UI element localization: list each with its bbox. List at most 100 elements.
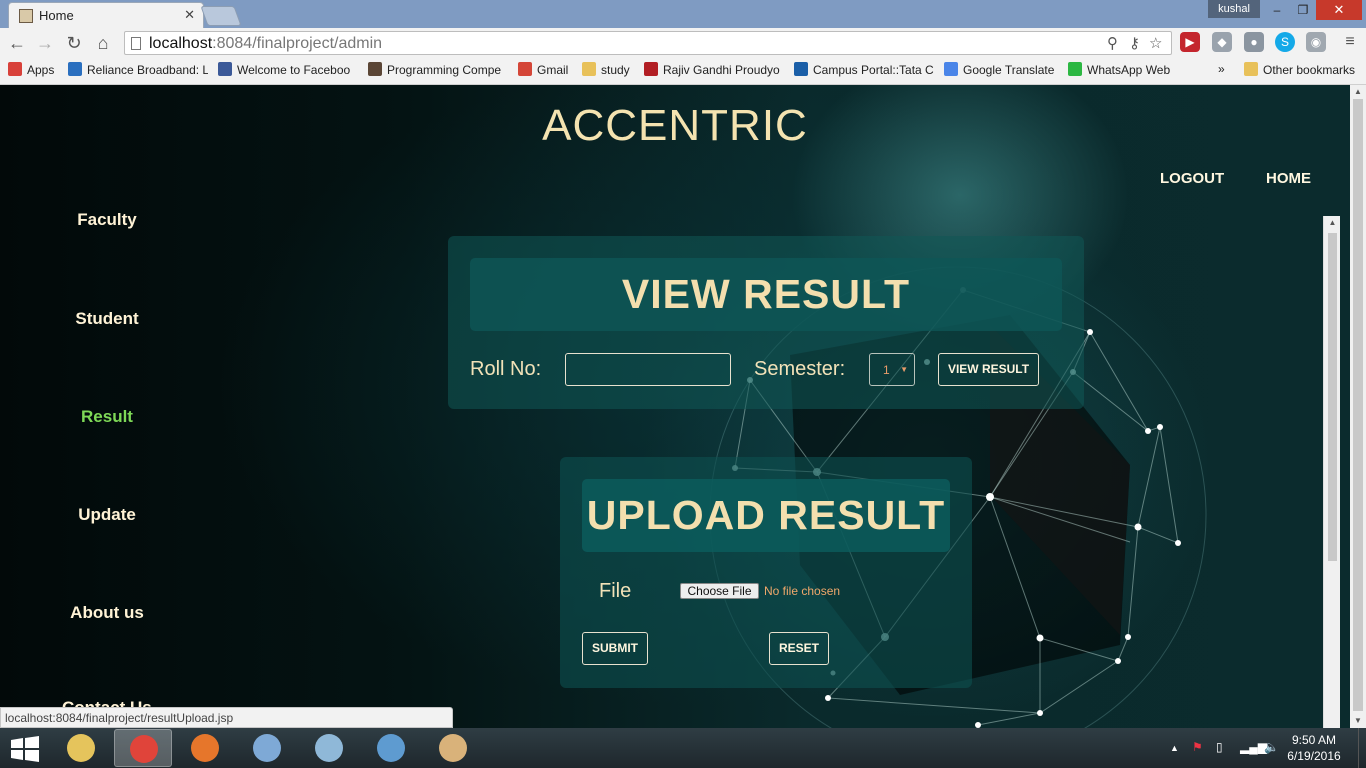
facebook-icon [218,62,232,76]
taskbar-app-button[interactable] [114,729,172,767]
zoom-icon[interactable]: ⚲ [1107,34,1118,52]
volume-icon[interactable]: 🔈 [1264,740,1279,754]
bookmark-item[interactable]: Gmail [518,62,572,80]
bookmark-label: Gmail [537,63,569,77]
bookmark-label: Welcome to Faceboo [237,63,351,77]
bookmark-item[interactable]: study [582,62,636,80]
file-status-text: No file chosen [764,584,841,598]
folder-icon [582,62,596,76]
taskbar-app-button[interactable] [52,729,110,767]
google-translate-icon [944,62,958,76]
bookmark-item[interactable]: Apps [8,62,58,80]
link-status-bar: localhost:8084/finalproject/resultUpload… [0,707,453,728]
minimize-button[interactable]: – [1264,0,1290,20]
choose-file-button[interactable]: Choose File [680,583,759,599]
page-scroll-down-icon[interactable]: ▼ [1350,714,1366,728]
roll-no-label: Roll No: [470,358,542,380]
bookmark-item[interactable]: Google Translate [944,62,1056,80]
taskbar-app-button[interactable] [176,729,234,767]
skype-icon[interactable]: S [1275,32,1295,52]
gmail-icon [518,62,532,76]
action-center-icon[interactable]: ⚑ [1192,740,1203,754]
file-explorer-icon [67,734,95,762]
roll-no-input[interactable] [565,353,731,386]
maximize-button[interactable]: ❐ [1290,0,1316,20]
page-scrollbar[interactable]: ▲ ▼ [1350,85,1366,728]
taskbar-app-button[interactable] [238,729,296,767]
eye-extension-icon[interactable]: ◉ [1306,32,1326,52]
forward-arrow-icon[interactable]: → [34,32,56,54]
chrome-menu-icon[interactable]: ≡ [1340,32,1360,52]
notepad-icon [315,734,343,762]
remote-desktop-icon [377,734,405,762]
bookmark-label: Google Translate [963,63,1055,77]
sidebar-item-faculty[interactable]: Faculty [0,210,214,230]
profile-user-badge[interactable]: kushal [1208,0,1260,18]
show-desktop-button[interactable] [1358,728,1366,768]
bookmark-item[interactable]: Rajiv Gandhi Proudyo [644,62,784,80]
semester-label: Semester: [754,358,846,380]
content-scrollbar[interactable]: ▲ [1323,216,1340,728]
bookmark-item[interactable]: Reliance Broadband: L [68,62,208,80]
bookmark-label: Apps [27,63,55,77]
windows-taskbar: ▲ ⚑ ▯ ▂▄▆ 🔈 9:50 AM 6/19/2016 [0,728,1366,768]
sidebar-item-student[interactable]: Student [0,309,214,329]
sidebar-item-result[interactable]: Result [0,407,214,427]
home-icon[interactable]: ⌂ [92,32,114,54]
windows-start-icon[interactable] [10,736,40,762]
browser-tab-home[interactable]: Home ✕ [8,2,204,28]
file-label: File [599,580,632,602]
firefox-icon [191,734,219,762]
bookmark-item[interactable]: Programming Compe [368,62,508,80]
reset-button[interactable]: RESET [769,632,829,665]
scroll-thumb[interactable] [1328,233,1337,561]
sidebar-item-update[interactable]: Update [0,505,214,525]
upload-result-heading: UPLOAD RESULT [582,479,950,552]
submit-button[interactable]: SUBMIT [582,632,648,665]
bookmarks-overflow-button[interactable]: » [1218,62,1225,80]
tab-title: Home [39,8,74,23]
whatsapp-icon [1068,62,1082,76]
bookmark-label: Other bookmarks [1263,63,1356,77]
page-scroll-up-icon[interactable]: ▲ [1350,85,1366,99]
new-tab-button[interactable] [200,6,242,26]
home-link[interactable]: HOME [1266,170,1311,187]
url-text: localhost:8084/finalproject/admin [149,35,383,52]
folder-icon [1244,62,1258,76]
system-clock[interactable]: 9:50 AM 6/19/2016 [1284,732,1344,764]
network-signal-icon[interactable]: ▂▄▆ [1240,740,1267,754]
reload-icon[interactable]: ↻ [63,32,85,54]
view-result-button[interactable]: VIEW RESULT [938,353,1039,386]
pocket-extension-icon[interactable]: ▶ [1180,32,1200,52]
bookmark-star-icon[interactable]: ☆ [1149,34,1162,52]
back-arrow-icon[interactable]: ← [6,32,28,54]
taskbar-app-button[interactable] [424,729,482,767]
address-bar[interactable]: localhost:8084/finalproject/admin ⚲ ⚷ ☆ [124,31,1172,55]
window-close-button[interactable]: ✕ [1316,0,1362,20]
page-scroll-thumb[interactable] [1353,99,1363,711]
cube-extension-icon[interactable]: ◆ [1212,32,1232,52]
browser-toolbar: ← → ↻ ⌂ localhost:8084/finalproject/admi… [0,28,1366,58]
semester-select[interactable]: 1 ▼ [869,353,915,386]
bookmark-item[interactable]: Welcome to Faceboo [218,62,358,80]
key-icon[interactable]: ⚷ [1129,34,1140,52]
globe-extension-icon[interactable]: ● [1244,32,1264,52]
tray-expand-icon[interactable]: ▲ [1170,743,1179,753]
device-icon[interactable]: ▯ [1216,740,1223,754]
logout-link[interactable]: LOGOUT [1160,170,1224,187]
scroll-up-icon[interactable]: ▲ [1324,218,1341,227]
view-result-heading: VIEW RESULT [470,258,1062,331]
tata-logo-icon [794,62,808,76]
bookmark-label: Reliance Broadband: L [87,63,208,77]
taskbar-app-button[interactable] [300,729,358,767]
sidebar-item-about-us[interactable]: About us [0,603,214,623]
bookmark-item[interactable]: Campus Portal::Tata C [794,62,934,80]
bookmark-item[interactable]: WhatsApp Web [1068,62,1172,80]
page-content: ACCENTRIC LOGOUT HOME Faculty Student Re… [0,85,1350,728]
tab-close-icon[interactable]: ✕ [184,7,195,23]
apps-grid-icon [8,62,22,76]
taskbar-app-button[interactable] [362,729,420,767]
codechef-icon [368,62,382,76]
other-bookmarks-folder[interactable]: Other bookmarks [1244,62,1355,80]
bookmark-label: Programming Compe [387,63,502,77]
